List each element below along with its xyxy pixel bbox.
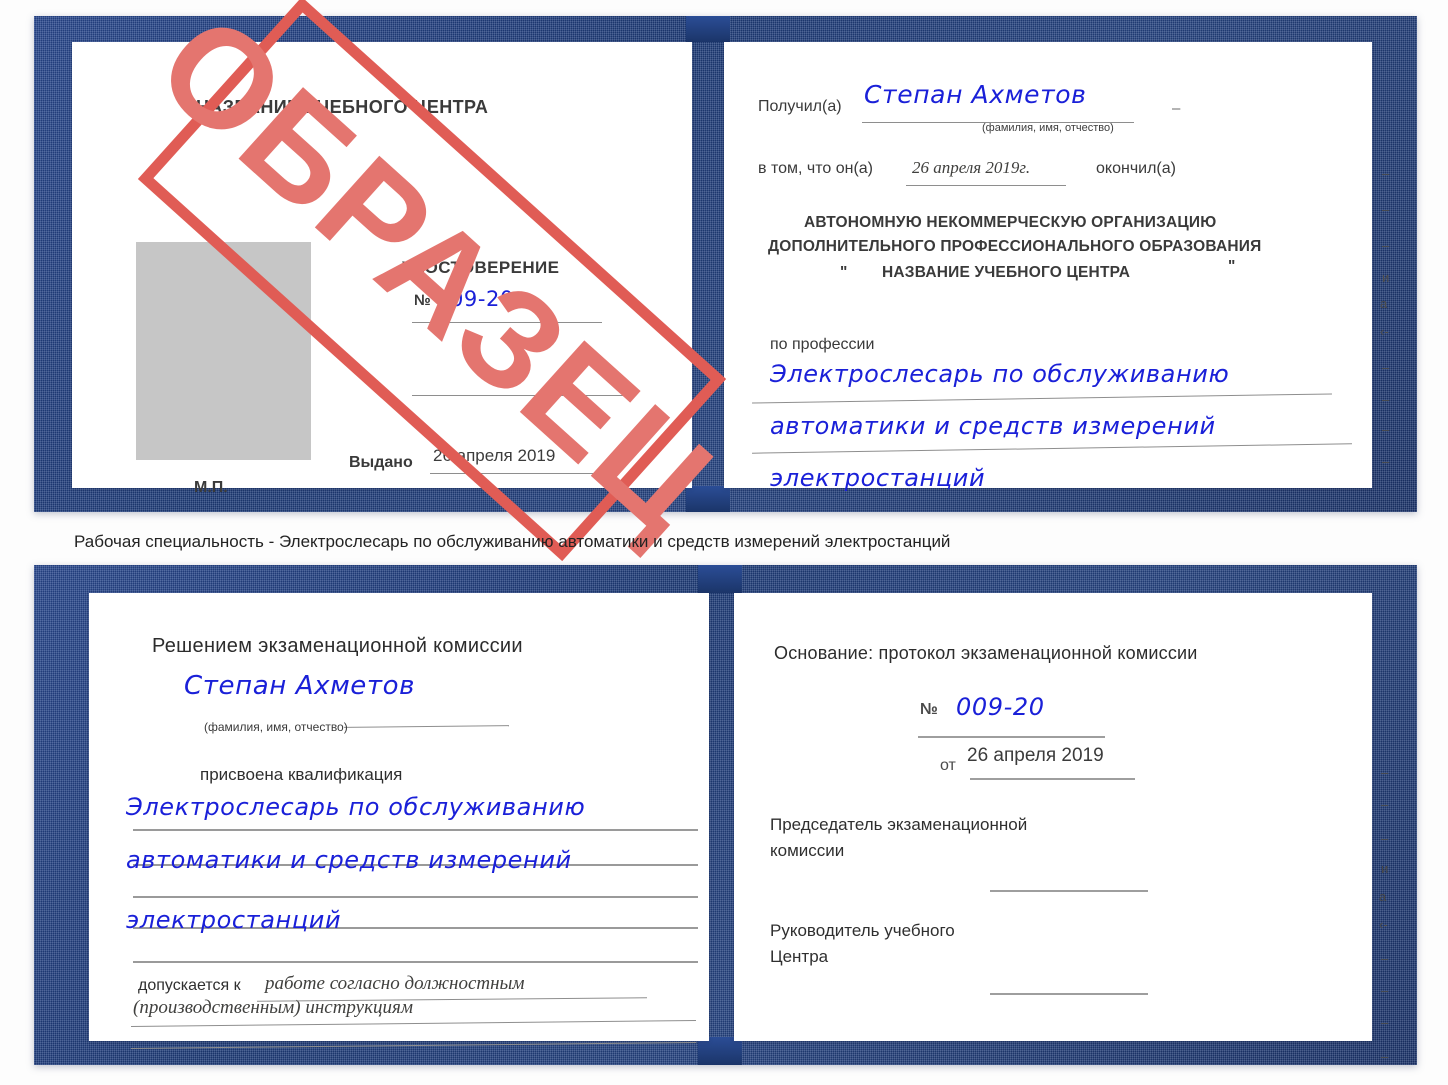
issued-date-value: 26 апреля 2019 <box>433 446 556 465</box>
qualification-label: присвоена квалификация <box>200 765 403 784</box>
org-line-2: ДОПОЛНИТЕЛЬНОГО ПРОФЕССИОНАЛЬНОГО ОБРАЗО… <box>768 238 1262 255</box>
certificate-bottom-right-page: Основание: протокол экзаменационной коми… <box>734 593 1372 1041</box>
qualification-rule-3b <box>133 961 698 963</box>
completion-date-value: 26 апреля 2019г. <box>912 158 1031 177</box>
profession-rule-1 <box>752 393 1332 404</box>
spine-tab-top <box>698 565 742 593</box>
seal-label: М.П. <box>194 479 228 496</box>
in-that-label: в том, что он(а) <box>758 160 873 177</box>
allowed-rule-3 <box>131 1042 696 1049</box>
commission-decision-header: Решением экзаменационной комиссии <box>152 635 523 657</box>
name-hint: (фамилия, имя, отчество) <box>204 720 348 734</box>
certificate-top-book: НАЗВАНИЕ УЧЕБНОГО ЦЕНТРА УДОСТОВЕРЕНИЕ №… <box>34 0 1417 562</box>
blank-rule <box>412 395 627 396</box>
org-quote-close: " <box>1228 258 1236 275</box>
received-label: Получил(а) <box>758 98 842 115</box>
recipient-name-value: Степан Ахметов <box>184 671 416 701</box>
head-line-1: Руководитель учебного <box>770 921 955 940</box>
edge-glyph-column-bottom: – – – и а ‹- – – – – <box>1379 765 1389 1064</box>
certificate-bottom-left-page: Решением экзаменационной комиссии Степан… <box>89 593 709 1049</box>
name-hint: (фамилия, имя, отчество) <box>982 122 1114 134</box>
name-rule <box>343 725 510 728</box>
allowed-rule-2 <box>131 1020 696 1027</box>
certificate-top-left-page: НАЗВАНИЕ УЧЕБНОГО ЦЕНТРА УДОСТОВЕРЕНИЕ №… <box>72 42 692 496</box>
chairman-line-2: комиссии <box>770 841 845 860</box>
issued-label: Выдано <box>349 454 413 471</box>
protocol-number-rule <box>918 736 1105 738</box>
protocol-date-label: от <box>940 757 956 774</box>
head-signature-rule <box>990 993 1148 995</box>
finished-label: окончил(а) <box>1096 160 1176 177</box>
chairman-signature-rule <box>990 890 1148 892</box>
profession-line-1: Электрослесарь по обслуживанию <box>770 360 1230 388</box>
protocol-date-value: 26 апреля 2019 <box>967 745 1104 766</box>
spine-tab-bottom <box>698 1037 742 1065</box>
protocol-date-rule <box>970 778 1135 780</box>
org-line-1: АВТОНОМНУЮ НЕКОММЕРЧЕСКУЮ ОРГАНИЗАЦИЮ <box>804 214 1217 231</box>
photo-placeholder <box>136 242 311 460</box>
qualification-line-3: электростанций <box>126 906 342 934</box>
received-name-value: Степан Ахметов <box>864 80 1087 109</box>
number-label: № <box>414 292 431 309</box>
allowed-line-1: работе согласно должностным <box>265 973 525 994</box>
certificate-bottom-book: Решением экзаменационной комиссии Степан… <box>34 565 1417 1065</box>
profession-line-3: электростанций <box>770 464 986 492</box>
head-line-2: Центра <box>770 947 829 966</box>
completion-date-rule <box>906 185 1066 186</box>
profession-line-2: автоматики и средств измерений <box>770 412 1216 440</box>
org-line-3: НАЗВАНИЕ УЧЕБНОГО ЦЕНТРА <box>882 264 1131 281</box>
edge-glyph-column-top: – – – и а ‹- – – – – <box>1380 166 1390 469</box>
qualification-rule-1 <box>133 829 698 831</box>
qualification-rule-2b <box>133 896 698 898</box>
edge-dash-received: – <box>1172 100 1181 117</box>
page-caption: Рабочая специальность - Электрослесарь п… <box>74 532 951 551</box>
training-center-header: НАЗВАНИЕ УЧЕБНОГО ЦЕНТРА <box>196 97 489 117</box>
certificate-sample-page: НАЗВАНИЕ УЧЕБНОГО ЦЕНТРА УДОСТОВЕРЕНИЕ №… <box>0 0 1448 1085</box>
qualification-line-1: Электрослесарь по обслуживанию <box>126 793 586 821</box>
basis-label: Основание: протокол экзаменационной коми… <box>774 643 1198 663</box>
protocol-number-label: № <box>920 701 938 718</box>
spine-tab-top <box>686 16 730 42</box>
certificate-number-value: 009-20 <box>436 287 514 311</box>
certificate-top-right-page: Получил(а) Степан Ахметов (фамилия, имя,… <box>724 42 1372 492</box>
spine-tab-bottom <box>686 486 730 512</box>
profession-label: по профессии <box>770 336 875 353</box>
allowed-label: допускается к <box>138 977 241 994</box>
chairman-line-1: Председатель экзаменационной <box>770 815 1028 834</box>
profession-rule-2 <box>752 443 1352 454</box>
qualification-line-2: автоматики и средств измерений <box>126 846 572 874</box>
issued-rule <box>430 473 610 474</box>
number-rule <box>412 322 602 323</box>
org-quote-open: " <box>840 264 848 281</box>
certificate-title: УДОСТОВЕРЕНИЕ <box>402 258 560 277</box>
allowed-line-2: (производственным) инструкциям <box>133 997 413 1018</box>
protocol-number-value: 009-20 <box>956 693 1045 721</box>
